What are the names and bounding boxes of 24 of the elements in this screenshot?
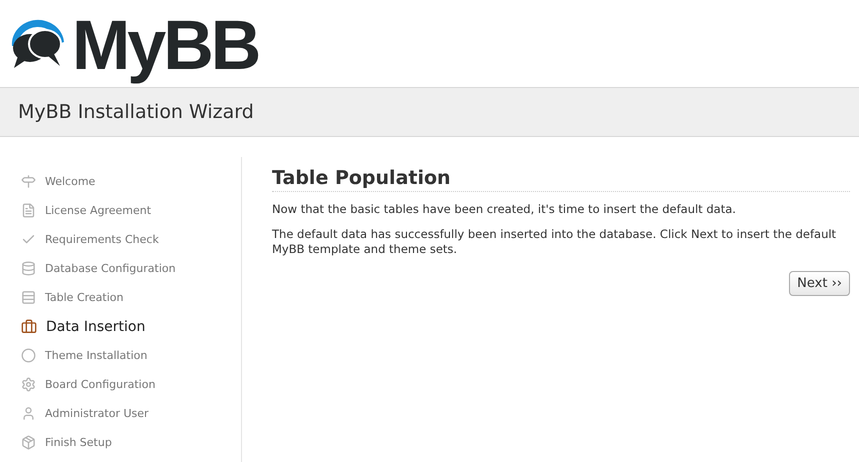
table-icon	[21, 290, 36, 305]
gear-icon	[21, 377, 36, 392]
step-label: Welcome	[45, 175, 96, 188]
document-icon	[21, 203, 36, 218]
step-label: License Agreement	[45, 204, 152, 217]
briefcase-icon	[21, 318, 37, 334]
database-icon	[21, 261, 36, 276]
step-label: Board Configuration	[45, 378, 156, 391]
step-label: Requirements Check	[45, 233, 159, 246]
step-label: Theme Installation	[45, 349, 148, 362]
paragraph: Now that the basic tables have been created, it's time to insert the default data.	[272, 202, 737, 217]
wizard-title: MyBB Installation Wizard	[18, 101, 254, 123]
next-button[interactable]: Next ››	[789, 271, 850, 296]
step-label: Table Creation	[45, 291, 124, 304]
page-heading: Table Population	[272, 167, 850, 192]
signpost-icon	[21, 174, 36, 189]
box-icon	[21, 435, 36, 450]
step-label: Database Configuration	[45, 262, 176, 275]
step-label: Finish Setup	[45, 436, 112, 449]
step-label: Administrator User	[45, 407, 149, 420]
step-label: Data Insertion	[46, 318, 146, 334]
circle-icon	[21, 348, 36, 363]
paragraph: The default data has successfully been inserted into the database. Click Next to insert the default MyBB template and theme sets.	[272, 227, 838, 257]
user-icon	[21, 406, 36, 421]
